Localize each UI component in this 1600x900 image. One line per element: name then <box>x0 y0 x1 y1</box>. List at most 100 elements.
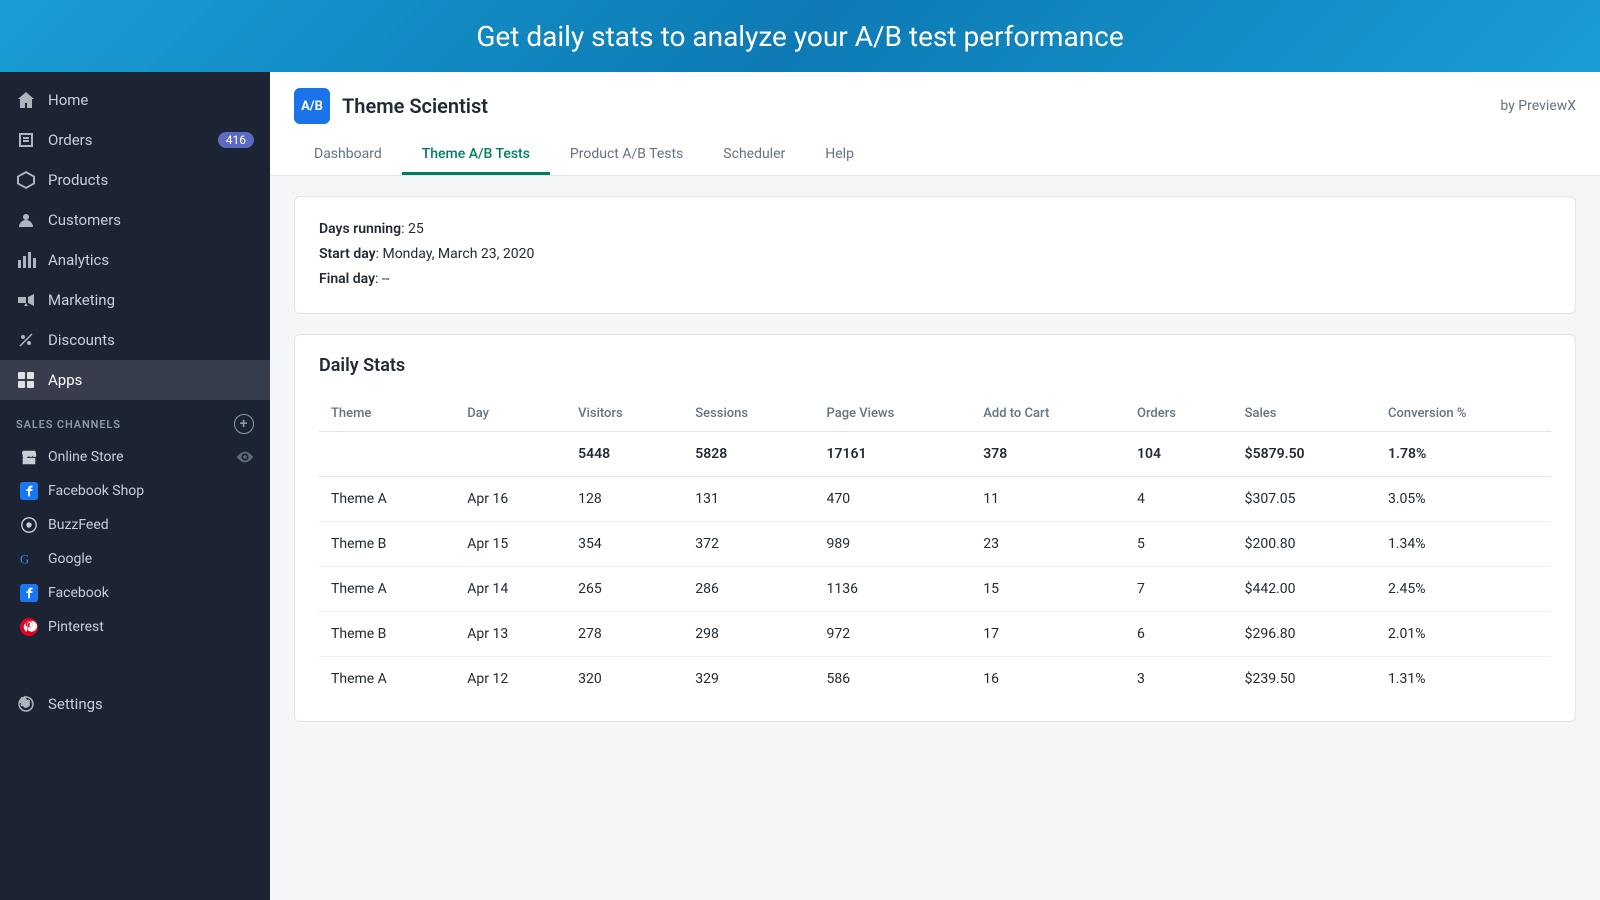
total-conversion: 1.78% <box>1376 431 1551 476</box>
main-layout: Home Orders 416 Products Customers Analy… <box>0 72 1600 900</box>
analytics-icon <box>16 250 36 270</box>
sidebar-item-products[interactable]: Products <box>0 160 270 200</box>
info-card: Days running: 25 Start day: Monday, Marc… <box>294 196 1576 314</box>
sidebar-label-settings: Settings <box>48 695 103 713</box>
table-row: Theme BApr 15354372989235$200.801.34% <box>319 521 1551 566</box>
sidebar-item-online-store[interactable]: Online Store <box>0 440 270 474</box>
sidebar-label-analytics: Analytics <box>48 251 109 269</box>
google-icon: G <box>20 550 38 568</box>
start-day-label: Start day <box>319 246 376 262</box>
sidebar-item-home[interactable]: Home <box>0 80 270 120</box>
app-logo: A/B <box>294 88 330 124</box>
totals-row: 5448 5828 17161 378 104 $5879.50 1.78% <box>319 431 1551 476</box>
table-row: Theme AApr 142652861136157$442.002.45% <box>319 566 1551 611</box>
sidebar-label-pinterest: Pinterest <box>48 619 104 635</box>
final-day-value: -- <box>382 271 390 287</box>
total-orders: 104 <box>1125 431 1233 476</box>
col-sessions: Sessions <box>683 396 814 432</box>
sidebar-item-buzzfeed[interactable]: BuzzFeed <box>0 508 270 542</box>
sidebar-label-customers: Customers <box>48 211 121 229</box>
stats-table: Theme Day Visitors Sessions Page Views A… <box>319 396 1551 701</box>
col-add-to-cart: Add to Cart <box>971 396 1125 432</box>
pinterest-icon <box>20 618 38 636</box>
start-day-line: Start day: Monday, March 23, 2020 <box>319 242 1551 267</box>
top-banner: Get daily stats to analyze your A/B test… <box>0 0 1600 72</box>
stats-card: Daily Stats Theme Day Visitors Sessions … <box>294 334 1576 722</box>
sidebar-label-products: Products <box>48 171 108 189</box>
sidebar-label-discounts: Discounts <box>48 331 115 349</box>
orders-badge: 416 <box>218 132 254 148</box>
table-header-row: Theme Day Visitors Sessions Page Views A… <box>319 396 1551 432</box>
sales-channels-section: SALES CHANNELS + <box>0 400 270 440</box>
marketing-icon <box>16 290 36 310</box>
facebook-icon <box>20 584 38 602</box>
customers-icon <box>16 210 36 230</box>
discounts-icon <box>16 330 36 350</box>
sidebar-item-orders[interactable]: Orders 416 <box>0 120 270 160</box>
sidebar-item-google[interactable]: G Google <box>0 542 270 576</box>
sidebar-label-home: Home <box>48 91 88 109</box>
tab-product-ab-tests[interactable]: Product A/B Tests <box>550 136 703 175</box>
sidebar-item-customers[interactable]: Customers <box>0 200 270 240</box>
svg-text:G: G <box>20 553 29 567</box>
facebook-shop-icon <box>20 482 38 500</box>
col-orders: Orders <box>1125 396 1233 432</box>
tab-theme-ab-tests[interactable]: Theme A/B Tests <box>402 136 550 175</box>
buzzfeed-icon <box>20 516 38 534</box>
app-header: A/B Theme Scientist by PreviewX Dashboar… <box>270 72 1600 176</box>
sidebar-item-discounts[interactable]: Discounts <box>0 320 270 360</box>
sidebar-label-google: Google <box>48 551 92 567</box>
days-running-label: Days running <box>319 221 401 237</box>
products-icon <box>16 170 36 190</box>
total-visitors: 5448 <box>566 431 683 476</box>
main-content: Days running: 25 Start day: Monday, Marc… <box>270 176 1600 742</box>
col-sales: Sales <box>1233 396 1376 432</box>
total-sessions: 5828 <box>683 431 814 476</box>
stats-title: Daily Stats <box>319 355 1551 376</box>
sidebar-label-buzzfeed: BuzzFeed <box>48 517 109 533</box>
sidebar-label-orders: Orders <box>48 131 93 149</box>
sidebar-item-apps[interactable]: Apps <box>0 360 270 400</box>
total-add-to-cart: 378 <box>971 431 1125 476</box>
table-row: Theme BApr 13278298972176$296.802.01% <box>319 611 1551 656</box>
apps-icon <box>16 370 36 390</box>
add-channel-button[interactable]: + <box>234 414 254 434</box>
final-day-line: Final day: -- <box>319 267 1551 292</box>
sidebar-label-marketing: Marketing <box>48 291 115 309</box>
tab-scheduler[interactable]: Scheduler <box>703 136 805 175</box>
table-row: Theme AApr 12320329586163$239.501.31% <box>319 656 1551 701</box>
app-tabs: Dashboard Theme A/B Tests Product A/B Te… <box>294 136 1576 175</box>
col-visitors: Visitors <box>566 396 683 432</box>
total-page-views: 17161 <box>814 431 971 476</box>
col-conversion: Conversion % <box>1376 396 1551 432</box>
store-icon <box>20 448 38 466</box>
sidebar-label-facebook: Facebook <box>48 585 109 601</box>
sidebar-item-analytics[interactable]: Analytics <box>0 240 270 280</box>
sidebar-label-online-store: Online Store <box>48 449 124 465</box>
eye-icon[interactable] <box>236 448 254 466</box>
banner-title: Get daily stats to analyze your A/B test… <box>476 20 1123 53</box>
app-title-left: A/B Theme Scientist <box>294 88 488 124</box>
sidebar: Home Orders 416 Products Customers Analy… <box>0 72 270 900</box>
home-icon <box>16 90 36 110</box>
app-title: Theme Scientist <box>342 94 488 118</box>
col-day: Day <box>455 396 566 432</box>
sidebar-item-marketing[interactable]: Marketing <box>0 280 270 320</box>
tab-dashboard[interactable]: Dashboard <box>294 136 402 175</box>
col-page-views: Page Views <box>814 396 971 432</box>
table-row: Theme AApr 16128131470114$307.053.05% <box>319 476 1551 521</box>
app-title-row: A/B Theme Scientist by PreviewX <box>294 88 1576 124</box>
total-sales: $5879.50 <box>1233 431 1376 476</box>
sidebar-label-apps: Apps <box>48 371 82 389</box>
col-theme: Theme <box>319 396 455 432</box>
tab-help[interactable]: Help <box>805 136 874 175</box>
final-day-label: Final day <box>319 271 375 287</box>
days-running-value: 25 <box>408 221 424 237</box>
sidebar-item-facebook[interactable]: Facebook <box>0 576 270 610</box>
orders-icon <box>16 130 36 150</box>
sidebar-item-facebook-shop[interactable]: Facebook Shop <box>0 474 270 508</box>
sidebar-item-settings[interactable]: Settings <box>0 684 270 724</box>
app-by: by PreviewX <box>1500 98 1576 114</box>
sidebar-label-facebook-shop: Facebook Shop <box>48 483 144 499</box>
sidebar-item-pinterest[interactable]: Pinterest <box>0 610 270 644</box>
